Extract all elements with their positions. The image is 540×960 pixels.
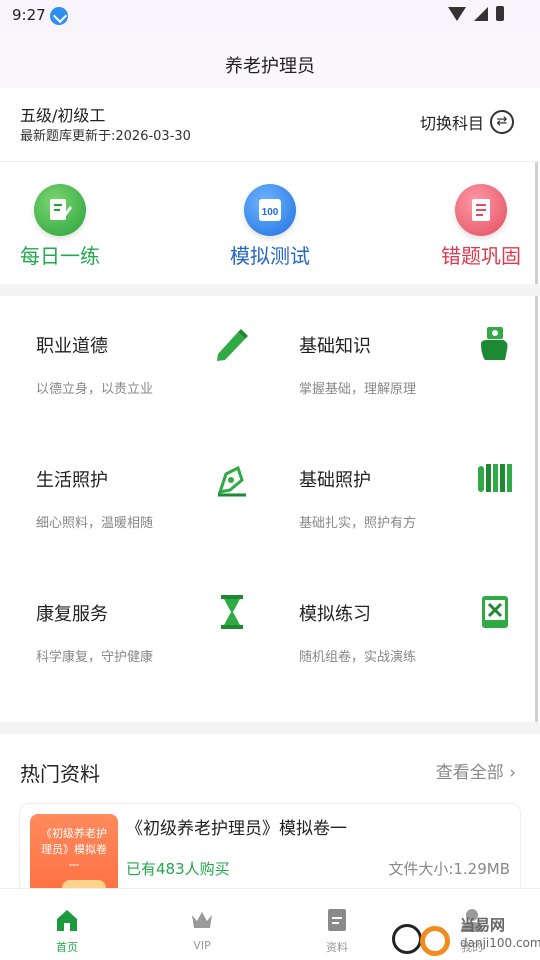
- pencil-icon: [217, 329, 248, 361]
- category-desc: 掌握基础，理解原理: [299, 382, 417, 397]
- category-grid: 职业道德 以德立身，以责立业 基础知识 掌握基础，理解原理 生活照护 细心照料，…: [0, 296, 540, 722]
- watermark-logo-icon: [392, 924, 422, 954]
- tab-home[interactable]: 首页: [27, 895, 107, 955]
- subject-bar: 五级/初级工 最新题库更新于:2026-03-30 切换科目 ⇄: [0, 88, 540, 162]
- category-desc: 细心照料，温暖相随: [36, 516, 154, 531]
- update-date: 最新题库更新于:2026-03-30: [20, 129, 191, 144]
- pen-nib-icon: [217, 465, 246, 497]
- watermark-logo-icon: [420, 926, 450, 956]
- daily-practice-label: 每日一练: [20, 244, 100, 268]
- status-icons: [448, 6, 504, 21]
- download-icon: [50, 7, 68, 25]
- subject-level: 五级/初级工: [20, 106, 106, 125]
- switch-subject-button[interactable]: 切换科目 ⇄: [420, 110, 514, 134]
- section-divider: [0, 722, 540, 734]
- category-basic-knowledge[interactable]: 基础知识 掌握基础，理解原理: [299, 296, 539, 426]
- category-title: 基础照护: [299, 470, 371, 491]
- category-title: 基础知识: [299, 336, 371, 357]
- tab-materials[interactable]: 资料: [297, 895, 377, 955]
- tab-vip[interactable]: VIP: [162, 895, 242, 952]
- tab-label: 首页: [56, 941, 78, 954]
- wrong-review-button[interactable]: 错题巩固: [440, 184, 522, 269]
- hourglass-icon: [221, 595, 243, 629]
- app-header: 养老护理员: [0, 32, 540, 88]
- bamboo-scroll-icon: [478, 464, 512, 492]
- category-life-care[interactable]: 生活照护 细心照料，温暖相随: [36, 430, 276, 560]
- hot-section-title: 热门资料: [20, 762, 100, 786]
- chevron-right-icon: ›: [509, 763, 516, 783]
- mock-test-button[interactable]: 100 模拟测试: [230, 184, 310, 269]
- tab-label: 资料: [326, 941, 348, 954]
- category-professional-ethics[interactable]: 职业道德 以德立身，以责立业: [36, 296, 276, 426]
- checklist-icon: [455, 184, 507, 236]
- mock-test-label: 模拟测试: [230, 244, 310, 268]
- battery-icon: [496, 6, 504, 21]
- purchase-count: 已有483人购买: [126, 860, 230, 878]
- svg-text:100: 100: [262, 207, 279, 218]
- home-icon: [57, 910, 77, 931]
- category-rehab-service[interactable]: 康复服务 科学康复，守护健康: [36, 564, 276, 694]
- cover-title: 《初级养老护理员》模拟卷一: [41, 827, 107, 872]
- page-title: 养老护理员: [225, 56, 315, 77]
- section-divider: [0, 284, 540, 296]
- category-title: 康复服务: [36, 604, 108, 625]
- watermark-url: danji100.com: [460, 936, 540, 950]
- tab-label: VIP: [193, 939, 211, 952]
- document-icon: [328, 909, 346, 931]
- site-watermark: 当易网 danji100.com: [390, 912, 540, 958]
- view-all-link[interactable]: 查看全部 ›: [436, 758, 516, 783]
- category-title: 模拟练习: [299, 604, 371, 625]
- quick-actions: 每日一练 100 模拟测试 错题巩固: [0, 176, 540, 276]
- category-title: 生活照护: [36, 470, 108, 491]
- daily-practice-button[interactable]: 每日一练: [20, 184, 100, 269]
- category-desc: 基础扎实，照护有方: [299, 516, 417, 531]
- category-desc: 以德立身，以责立业: [36, 382, 154, 397]
- category-title: 职业道德: [36, 336, 108, 357]
- watermark-text: 当易网: [460, 916, 506, 934]
- status-time: 9:27: [12, 6, 46, 24]
- material-title: 《初级养老护理员》模拟卷一: [126, 819, 347, 839]
- excel-book-icon: [482, 596, 508, 628]
- score-100-icon: 100: [244, 184, 296, 236]
- pencil-paper-icon: [34, 184, 86, 236]
- category-desc: 随机组卷，实战演练: [299, 650, 417, 665]
- category-mock-practice[interactable]: 模拟练习 随机组卷，实战演练: [299, 564, 539, 694]
- category-basic-care[interactable]: 基础照护 基础扎实，照护有方: [299, 430, 539, 560]
- wrong-review-label: 错题巩固: [441, 244, 521, 268]
- signal-icon: [474, 6, 488, 21]
- crown-icon: [192, 912, 212, 928]
- view-all-label: 查看全部: [435, 763, 504, 783]
- hand-money-icon: [481, 327, 508, 360]
- file-size: 文件大小:1.29MB: [388, 860, 510, 878]
- swap-icon: ⇄: [490, 110, 514, 134]
- wifi-icon: [448, 6, 466, 21]
- status-bar: 9:27: [0, 0, 540, 32]
- switch-subject-label: 切换科目: [419, 114, 484, 133]
- category-desc: 科学康复，守护健康: [36, 650, 154, 665]
